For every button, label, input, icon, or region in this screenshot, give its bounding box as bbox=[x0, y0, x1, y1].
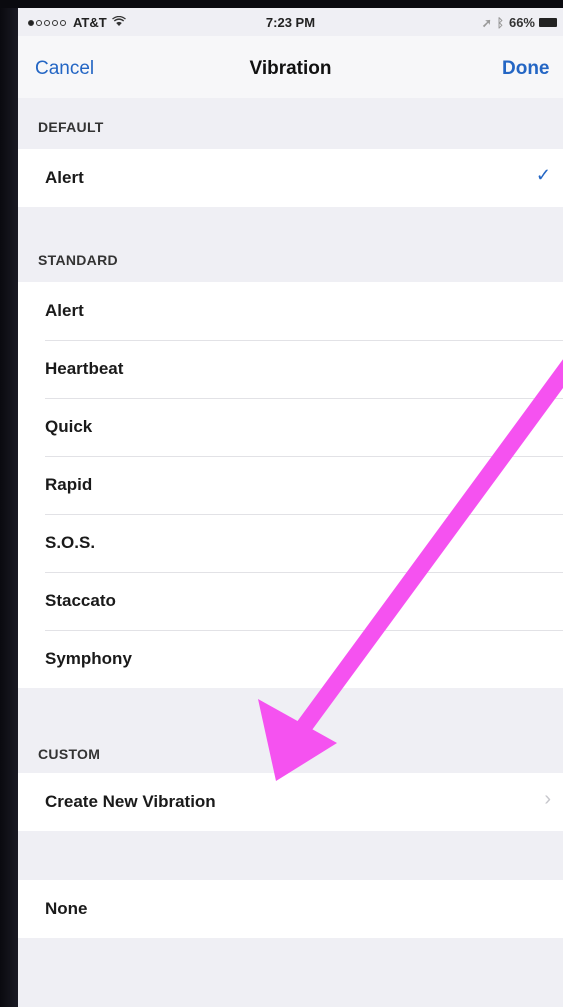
location-icon: ➚ bbox=[481, 15, 492, 30]
none-group: None bbox=[18, 880, 563, 938]
create-new-vibration-item[interactable]: Create New Vibration › bbox=[18, 773, 563, 831]
device-bezel-top bbox=[0, 0, 563, 8]
phone-screen: AT&T 7:23 PM ➚ ᛒ 66% Cancel Vibration Do… bbox=[18, 8, 563, 1007]
chevron-right-icon: › bbox=[544, 788, 551, 810]
list-item-none[interactable]: None bbox=[18, 880, 563, 938]
list-item-heartbeat[interactable]: Heartbeat bbox=[18, 340, 563, 398]
standard-group: Alert Heartbeat Quick Rapid S.O.S. Stacc… bbox=[18, 282, 563, 688]
list-item-symphony[interactable]: Symphony bbox=[18, 630, 563, 688]
list-item-label: Alert bbox=[45, 301, 84, 320]
bluetooth-icon: ᛒ bbox=[496, 15, 504, 30]
section-header-default: DEFAULT bbox=[38, 119, 104, 135]
custom-group: Create New Vibration › bbox=[18, 773, 563, 831]
list-item-quick[interactable]: Quick bbox=[18, 398, 563, 456]
page-title: Vibration bbox=[249, 58, 332, 79]
section-header-standard: STANDARD bbox=[38, 252, 118, 268]
done-button[interactable]: Done bbox=[502, 58, 550, 80]
list-item-label: Rapid bbox=[45, 475, 93, 494]
list-item-label: Heartbeat bbox=[45, 359, 124, 378]
navigation-bar: Cancel Vibration Done bbox=[18, 36, 563, 98]
device-bezel-left bbox=[0, 0, 18, 1007]
battery-icon bbox=[539, 18, 557, 27]
battery-percentage: 66% bbox=[508, 15, 535, 30]
list-item-sos[interactable]: S.O.S. bbox=[18, 514, 563, 572]
checkmark-icon: ✓ bbox=[535, 165, 551, 185]
list-item-label: Alert bbox=[45, 168, 84, 187]
list-item-staccato[interactable]: Staccato bbox=[18, 572, 563, 630]
list-item-label: Create New Vibration bbox=[45, 792, 216, 811]
list-item-label: Quick bbox=[45, 417, 93, 436]
list-item-label: Symphony bbox=[45, 649, 132, 668]
default-group: Alert ✓ bbox=[18, 149, 563, 207]
list-item-label: S.O.S. bbox=[45, 533, 96, 552]
status-bar: AT&T 7:23 PM ➚ ᛒ 66% bbox=[18, 8, 563, 36]
status-right: ➚ ᛒ 66% bbox=[482, 15, 557, 30]
list-item-rapid[interactable]: Rapid bbox=[18, 456, 563, 514]
list-item-label: Staccato bbox=[45, 591, 116, 610]
list-item-default-alert[interactable]: Alert ✓ bbox=[18, 149, 563, 207]
list-item-alert[interactable]: Alert bbox=[18, 282, 563, 340]
list-item-label: None bbox=[45, 899, 88, 918]
section-header-custom: CUSTOM bbox=[38, 746, 101, 762]
